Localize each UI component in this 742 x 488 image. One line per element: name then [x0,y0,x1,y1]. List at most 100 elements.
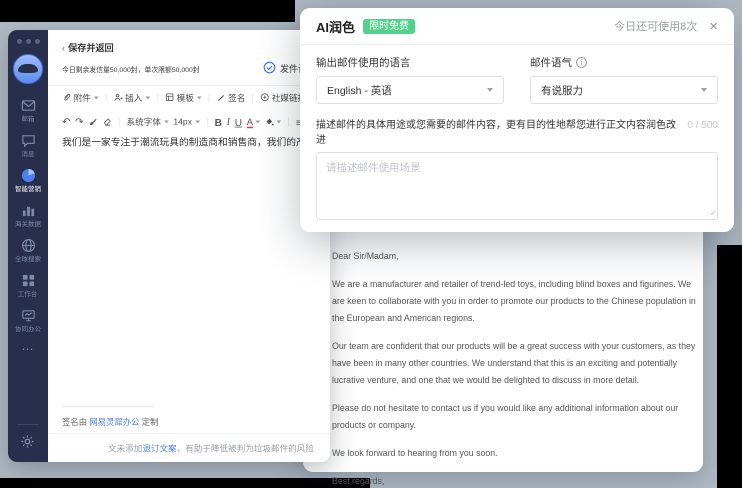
signature-row: 签名由网易灵犀办公定制 [62,414,189,430]
close-icon[interactable]: × [709,19,718,34]
scenario-textarea[interactable] [316,152,718,220]
chevron-down-icon [195,120,200,123]
pen-icon [216,92,225,104]
font-color-button[interactable]: A [247,117,260,128]
limited-time-free-badge: 限时免费 [363,19,415,34]
message-icon [21,133,36,148]
signature-divider [62,406,154,407]
sidebar-item-global-search[interactable]: 全球搜索 [8,234,48,269]
sidebar-nav: 邮箱 消息 智能营销 海关数据 全球搜索 [8,94,48,339]
email-paragraph: Please do not hesitate to contact us if … [332,400,696,434]
send-quota-text: 今日剩余发信量50,000封，单次限额50,000封 [62,63,243,76]
app-sidebar: 邮箱 消息 智能营销 海关数据 全球搜索 [8,30,48,462]
toolbar-separator [157,93,158,102]
output-language-label: 输出邮件使用的语言 [316,55,504,70]
desktop: Dear Sir/Madam, We are a manufacturer an… [0,0,742,488]
chevron-down-icon [487,88,493,92]
email-tone-label: 邮件语气i [530,55,718,70]
avatar[interactable] [13,54,43,84]
chevron-down-icon [701,88,707,92]
email-draft-text[interactable]: 我们是一家专注于潮流玩具的制造商和销售商，我们的产品线包括盲盒、手 [62,134,263,148]
divider [48,433,330,434]
template-button[interactable]: 模板 [165,92,202,104]
avatar-image [18,64,38,73]
clear-format-button[interactable] [102,117,111,126]
sidebar-item-label: 消息 [22,150,35,157]
sidebar-item-label: 协同办公 [15,325,41,332]
sidebar-more-button[interactable]: ⋯ [8,342,48,356]
sidebar-item-mail[interactable]: 邮箱 [8,94,48,129]
chevron-down-icon [164,120,169,123]
settings-gear-button[interactable] [20,434,35,454]
toolbar-separator [252,93,253,102]
unsubscribe-copy-link[interactable]: 退订文案 [142,444,176,453]
dialog-title: AI润色 [316,17,355,36]
info-icon[interactable]: i [576,57,587,68]
mail-app-window: 邮箱 消息 智能营销 海关数据 全球搜索 [8,30,330,462]
toolbar-separator [119,117,120,126]
sidebar-item-workbench[interactable]: 工作台 [8,269,48,304]
output-language-select[interactable]: English - 英语 [316,76,504,104]
dialog-body: 输出邮件使用的语言 English - 英语 邮件语气i 有说服力 描述邮件的具… [300,45,734,220]
toolbar-separator [207,117,208,126]
bar-chart-icon [21,203,36,218]
sidebar-item-label: 工作台 [18,290,37,297]
underline-button[interactable]: U [235,116,242,128]
brand-link[interactable]: 网易灵犀办公 [89,418,139,427]
signature-button[interactable]: 签名 [216,92,245,104]
chevron-down-icon [145,96,150,99]
save-and-return-button[interactable]: ‹保存并返回 [62,39,130,56]
toolbar-separator [209,93,210,102]
mail-icon [21,98,36,113]
email-paragraph: Best regards, [332,473,696,488]
compose-toolbar-primary: 附件 插入 模板 签名 [62,86,330,110]
daily-usage-remaining: 今日还可使用8次 [614,18,697,34]
scenario-description-label: 描述邮件的具体用途或您需要的邮件内容，更有目的性地帮您进行正文内容润色改进 [316,116,679,146]
format-painter-button[interactable] [88,117,97,126]
email-tone-select[interactable]: 有说服力 [530,76,718,104]
sidebar-divider [17,424,39,425]
paperclip-icon [62,92,71,104]
attachment-button[interactable]: 附件 [62,92,99,104]
pie-chart-icon [21,168,36,183]
redo-button[interactable]: ↷ [75,116,84,128]
toolbar-separator [106,93,107,102]
globe-icon [21,238,36,253]
chevron-down-icon [276,120,281,123]
monitor-icon [21,308,36,323]
window-traffic-lights[interactable] [17,39,40,44]
char-counter: 0 / 500 [679,120,718,131]
italic-button[interactable]: I [227,116,230,128]
dialog-header: AI润色 限时免费 今日还可使用8次 × [300,8,734,45]
back-chevron-icon: ‹ [62,43,65,54]
sidebar-item-label: 全球搜索 [15,255,41,262]
email-paragraph: We look forward to hearing from you soon… [332,445,696,462]
insert-person-icon [113,92,122,104]
sidebar-item-smart-marketing[interactable]: 智能营销 [8,164,48,199]
sidebar-item-collaboration[interactable]: 协同办公 [8,304,48,339]
sidebar-item-messages[interactable]: 消息 [8,129,48,164]
highlight-color-button[interactable] [265,117,281,126]
toolbar-separator [288,117,289,126]
email-paragraph: Dear Sir/Madam, [332,248,696,265]
undo-button[interactable]: ↶ [62,116,71,128]
bold-button[interactable]: B [215,116,222,128]
email-paragraph: Our team are confident that our products… [332,338,696,389]
sidebar-item-label: 邮箱 [22,115,35,122]
insert-button[interactable]: 插入 [113,92,150,104]
template-icon [165,92,174,104]
polished-email-body[interactable]: Dear Sir/Madam, We are a manufacturer an… [332,248,696,488]
compose-area: ‹保存并返回 今日剩余发信量50,000封，单次限额50,000封 发件设置 附… [48,30,330,462]
font-size-select[interactable]: 14px [173,117,199,126]
sidebar-item-customs-data[interactable]: 海关数据 [8,199,48,234]
sidebar-item-label: 海关数据 [15,220,41,227]
social-link-icon [260,92,269,104]
unsubscribe-notice: 文未添加退订文案，有助于降低被判为垃圾邮件的风险 [108,442,314,454]
email-paragraph: We are a manufacturer and retailer of tr… [332,276,696,327]
font-family-select[interactable]: 系统字体 [127,116,169,128]
chevron-down-icon [94,96,99,99]
check-circle-icon [263,61,276,76]
grid-icon [21,273,36,288]
chevron-down-icon [255,120,260,123]
ai-polish-dialog: AI润色 限时免费 今日还可使用8次 × 输出邮件使用的语言 English -… [300,8,734,232]
